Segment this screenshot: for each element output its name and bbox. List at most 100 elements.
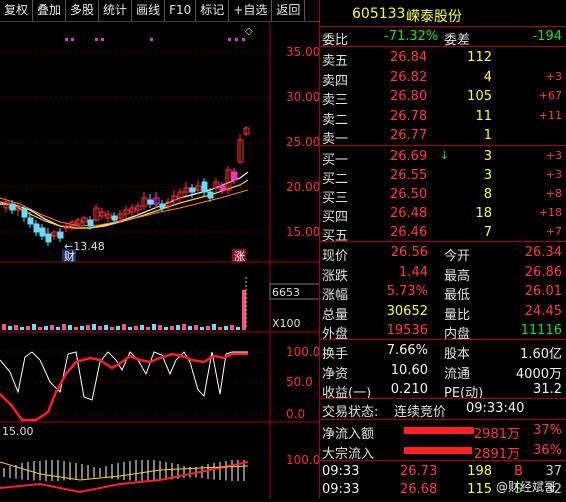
volume-bar xyxy=(80,326,84,330)
volume-value: 6653 xyxy=(272,286,300,299)
chart-toolbar: 复权 叠加 多股 统计 画线 F10 标记 +自选 返回 xyxy=(0,0,319,22)
toolbar-button-7[interactable]: +自选 xyxy=(229,0,273,21)
quote-row: 总量 30652 量比 24.45 xyxy=(322,303,562,323)
volume-bar xyxy=(38,327,42,330)
sell-level-row: 卖四 26.82 4 +3 xyxy=(322,69,562,89)
volume-bar xyxy=(164,327,168,330)
volume-bar xyxy=(62,324,66,330)
candle xyxy=(45,233,52,243)
toolbar-button-2[interactable]: 多股 xyxy=(66,0,100,21)
kline-svg: ◇ 35.0030.0025.0020.0015.00 ←13.48 财 涨 6… xyxy=(0,22,321,498)
volume-bar xyxy=(242,290,246,330)
flow-bar xyxy=(404,427,474,434)
volume-bar xyxy=(200,327,204,330)
candle xyxy=(189,187,196,193)
toolbar-button-3[interactable]: 统计 xyxy=(99,0,133,21)
price-tick: 20.00 xyxy=(286,180,320,194)
volume-bar xyxy=(110,327,114,330)
buy-level-row: 买四 26.48 18 +18 xyxy=(322,206,562,225)
volume-bar xyxy=(236,327,240,330)
volume-bar xyxy=(140,325,144,330)
volume-bar xyxy=(218,327,222,330)
trade-status-row: 交易状态: 连续竞价 09:33:40 xyxy=(322,401,525,420)
stock-name: 嵘泰股份 xyxy=(406,9,462,25)
quote-row: 外盘 19536 内盘 11116 xyxy=(322,323,562,342)
bottom-indicator-value: 15.00 xyxy=(2,425,34,438)
price-tick: 35.00 xyxy=(286,45,320,59)
toolbar-button-0[interactable]: 复权 xyxy=(0,0,34,21)
volume-bar xyxy=(98,326,102,330)
candle xyxy=(87,219,94,227)
candle xyxy=(33,223,40,233)
candle xyxy=(111,215,118,221)
candle xyxy=(27,217,34,225)
sell-level-row: 卖一 26.77 1 xyxy=(322,128,492,147)
quote-row: 涨跌 1.44 最高 26.86 xyxy=(322,264,562,284)
candle xyxy=(201,181,208,193)
volume-bar xyxy=(74,327,78,330)
volume-bar xyxy=(188,326,192,330)
volume-bar xyxy=(158,325,162,330)
capital-flow-row: 净流入额 2981万 37% xyxy=(322,423,562,442)
volume-bar xyxy=(56,327,60,330)
signal-markers xyxy=(65,38,245,41)
price-tick: 25.00 xyxy=(286,135,320,149)
price-tick: 30.00 xyxy=(286,90,320,104)
volume-bar xyxy=(2,324,6,330)
sell-level-row: 卖三 26.80 105 +67 xyxy=(322,89,562,108)
candle xyxy=(231,171,238,181)
capital-flow-row: 大宗流入 2891万 36% xyxy=(322,442,562,462)
volume-bar xyxy=(20,327,24,330)
volume-bar xyxy=(170,326,174,330)
volume-bar xyxy=(152,324,156,330)
svg-text:◇: ◇ xyxy=(245,26,253,37)
volume-bar xyxy=(44,326,48,330)
stat-row: 收益(一) 0.210 PE(动) 31.2 xyxy=(322,382,562,401)
watermark: @财经斌哥 xyxy=(496,480,557,494)
toolbar-button-1[interactable]: 叠加 xyxy=(33,0,67,21)
volume-bar xyxy=(230,325,234,330)
quote-row: 现价 26.56 今开 26.34 xyxy=(322,245,562,264)
bottom-axis-tick: 100.0 xyxy=(286,453,320,467)
kdj-tick: 100.0 xyxy=(286,345,320,359)
kdj-tick: 50.0 xyxy=(286,375,313,389)
volume-bar xyxy=(176,325,180,330)
candle xyxy=(39,227,46,237)
toolbar-button-4[interactable]: 画线 xyxy=(132,0,166,21)
volume-bar xyxy=(182,324,186,330)
candle xyxy=(147,199,154,205)
volume-bar xyxy=(146,327,150,330)
volume-bar xyxy=(134,326,138,330)
volume-bar xyxy=(224,326,228,330)
buy-level-row: 买二 26.55 3 +3 xyxy=(322,168,562,187)
kline-chart[interactable]: ◇ 35.00 30.00 25.00 20.00 15.00 ←13.48 财 涨 6… xyxy=(0,22,321,498)
stat-row: 换手 7.66% 股本 1.60亿 xyxy=(322,343,562,362)
volume-bar xyxy=(32,324,36,330)
stock-header: 605133 嵘泰股份 xyxy=(320,4,566,26)
volume-bar xyxy=(194,325,198,330)
toolbar-button-8[interactable]: 返回 xyxy=(272,0,306,21)
toolbar-button-5[interactable]: F10 xyxy=(165,0,197,21)
order-ratio-row: 委比 -71.32% 委差 -194 xyxy=(322,29,562,48)
volume-bar xyxy=(50,325,54,330)
buy-level-row: 买一 26.69 ↓ 3 +3 xyxy=(322,149,562,168)
volume-bar xyxy=(92,324,96,330)
candle xyxy=(207,191,214,199)
kdj-tick: 0.0 xyxy=(286,407,305,421)
volume-bar xyxy=(68,325,72,330)
limit-up-badge: 涨 xyxy=(234,250,245,263)
volume-bar xyxy=(128,327,132,330)
candle xyxy=(159,203,166,209)
sell-level-row: 卖二 26.78 11 +11 xyxy=(322,108,562,128)
candle xyxy=(219,185,226,191)
volume-bar xyxy=(86,325,90,330)
quote-panel: 605133 嵘泰股份 委比 -71.32% 委差 -194 卖五 26.84 11… xyxy=(320,0,566,498)
volume-bar xyxy=(8,326,12,330)
volume-bar xyxy=(116,326,120,330)
stock-code: 605133 xyxy=(352,6,406,22)
toolbar-button-6[interactable]: 标记 xyxy=(196,0,230,21)
candle xyxy=(9,203,16,211)
price-tick: 15.00 xyxy=(286,225,320,239)
volume-bar xyxy=(206,326,210,330)
volume-bar xyxy=(104,325,108,330)
